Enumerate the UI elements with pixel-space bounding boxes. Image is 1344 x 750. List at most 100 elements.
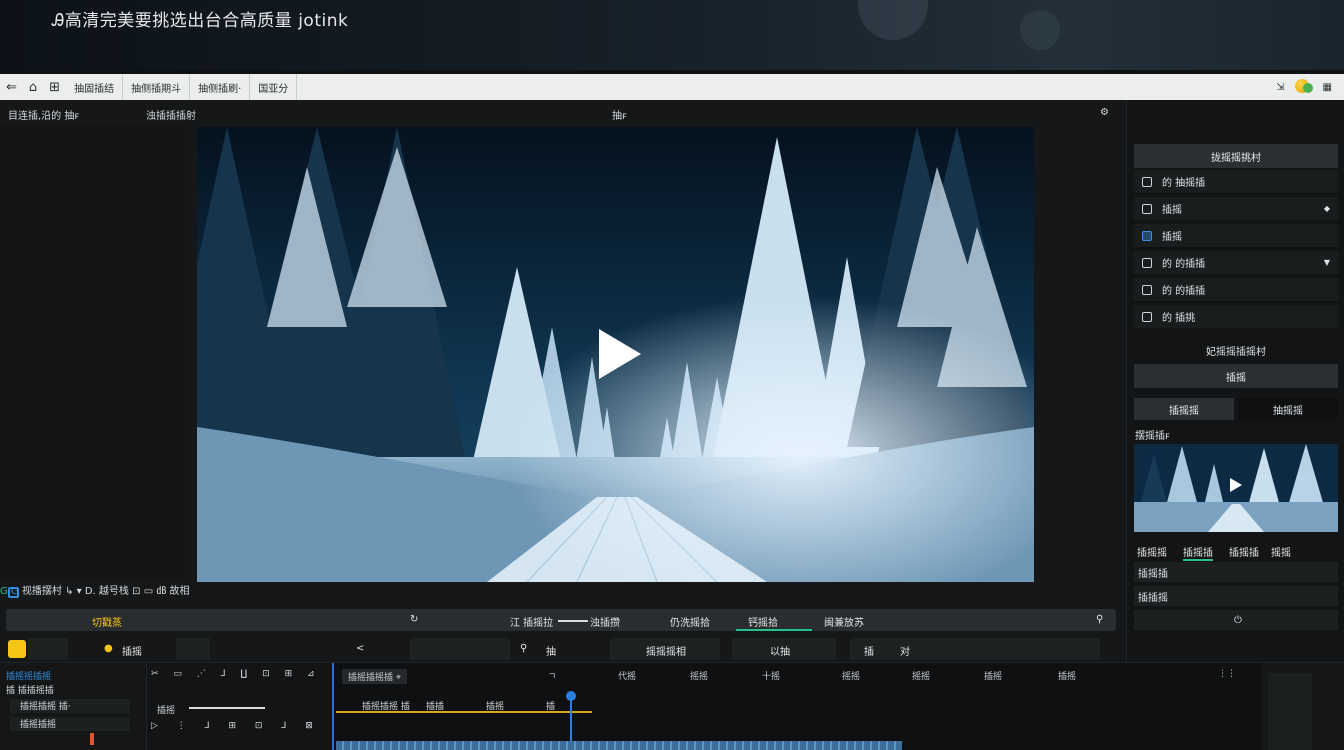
video-clip[interactable] xyxy=(336,741,902,750)
inspector-item-label: 插摇 xyxy=(1162,205,1182,216)
back-arrow-icon[interactable]: < xyxy=(356,643,364,654)
inspector-item[interactable]: 的 抽摇插 xyxy=(1134,170,1338,194)
timeline-tracks[interactable]: 插摇插摇插 ⌖ ㄱ 代摇 摇摇 十摇 摇摇 摇摇 插摇 插摇 ⋮⋮ 插摇插摇 插… xyxy=(332,663,1260,750)
menu-item[interactable]: ⊞ xyxy=(43,74,66,100)
tool-block[interactable] xyxy=(176,638,210,660)
preview-thumbnail[interactable] xyxy=(1134,444,1338,532)
tab-item[interactable]: 仍洗摇拾 xyxy=(670,614,710,629)
settings-icon[interactable]: ⚙ xyxy=(1100,107,1109,118)
tool-block[interactable] xyxy=(28,638,68,660)
pin-icon[interactable]: ⇲ xyxy=(1276,82,1284,93)
tool-label[interactable]: 摇摇摇相 xyxy=(646,643,686,658)
menu-item[interactable]: 抽侧插期斗 xyxy=(123,74,191,100)
power-icon[interactable]: ⏻ xyxy=(1134,610,1338,630)
back-arrow-icon[interactable]: ⇐ xyxy=(0,74,23,100)
video-viewer[interactable] xyxy=(197,127,1034,582)
inspector-item[interactable]: 的 插挑 xyxy=(1134,305,1338,329)
ruler-label: ⋮⋮ xyxy=(1218,669,1236,679)
tool-label[interactable]: 对 xyxy=(900,643,910,658)
inspector-panel: 拢摇摇挑村 的 抽摇插 插摇 ◆ 插摇 的 的插插 ▼ 的 的插插 的 插挑 妃摇摇… xyxy=(1126,100,1344,662)
refresh-icon[interactable]: ↻ xyxy=(410,614,418,625)
clip-label[interactable]: 插插 xyxy=(426,699,444,712)
menubar-right: ⇲ ▦ xyxy=(1276,78,1344,96)
fullscreen-icon[interactable]: ▭ xyxy=(144,586,153,597)
play-icon[interactable] xyxy=(599,329,641,379)
ruler-label: 插摇 xyxy=(1058,672,1077,682)
view-toggle[interactable]: G xyxy=(0,586,8,597)
property-tab[interactable]: 摇摇 xyxy=(1271,544,1291,559)
track-header-item[interactable]: 插摇摇插摇 xyxy=(6,669,51,682)
inspector-item[interactable]: 的 的插插 ▼ xyxy=(1134,251,1338,275)
property-field[interactable]: 插插摇 xyxy=(1134,586,1338,606)
inspector-item-label: 的 的插插 xyxy=(1162,259,1206,270)
clip-label[interactable]: 插摇 xyxy=(486,699,504,712)
chevron-down-icon[interactable]: ▼ xyxy=(1324,258,1330,267)
inspector-item[interactable]: 的 的插插 xyxy=(1134,278,1338,302)
title-banner: Ꭿ高清完美要挑选出台合高质量 jotink xyxy=(0,0,1344,70)
timeline-side-panel xyxy=(1262,663,1344,750)
clip-label[interactable]: 插 xyxy=(546,699,555,712)
playhead-handle[interactable] xyxy=(566,691,576,701)
segment-button[interactable]: 抽摇摇 xyxy=(1238,398,1338,420)
inspector-item[interactable]: 插摇 ◆ xyxy=(1134,197,1338,221)
media-arrow-icon[interactable]: ↳ xyxy=(65,586,73,597)
clip-label[interactable]: 插摇插摇 插 xyxy=(362,699,410,712)
menu-bar: ⇐ ⌂ ⊞ 抽固插结 抽侧插期斗 抽侧插刷· 国亚分 ⇲ ▦ xyxy=(0,74,1344,100)
inspector-item-label: 的 抽摇插 xyxy=(1162,178,1206,189)
zoom-slider[interactable] xyxy=(189,707,265,709)
menu-item[interactable]: ⌂ xyxy=(23,74,43,100)
tool-label[interactable]: 插 xyxy=(864,643,874,658)
tool-block[interactable] xyxy=(850,638,1100,660)
thumbnail-image xyxy=(1134,444,1338,532)
image-icon xyxy=(1142,203,1152,214)
panel-headers: 目连插,沿的 抽ꜰ 浊插插插射 抽ꜰ ⚙ xyxy=(0,102,1124,124)
tool-block[interactable] xyxy=(410,638,510,660)
tab-label[interactable]: 切戳蒸 xyxy=(92,614,122,629)
segment-button[interactable]: 插摇摇 xyxy=(1134,398,1234,420)
search-icon[interactable]: ⚲ xyxy=(520,643,527,654)
tool-icons[interactable]: ▷ ⋮ ⅃ ⊞ ⊡ ⅃ ⊠ xyxy=(151,721,321,731)
ruler-label: 代摇 xyxy=(618,672,637,682)
fit-icon[interactable]: ⊡ xyxy=(132,586,140,597)
layers-icon xyxy=(1142,257,1152,268)
menu-item[interactable]: 国亚分 xyxy=(250,74,298,100)
tab-item[interactable]: 闽兼放苏 xyxy=(824,614,864,629)
menu-item[interactable]: 抽固插结 xyxy=(66,74,124,100)
property-tab[interactable]: 插摇插 xyxy=(1229,544,1259,559)
timeline: 插摇摇插摇 插 插插摇插 插摇插摇 插· 插摇插摇 ✂ ▭ ⋰ ⅃ ∐ ⊡ ⊞ … xyxy=(0,662,1344,750)
ruler-label: 摇摇 xyxy=(690,672,709,682)
divider xyxy=(558,620,588,622)
tool-label[interactable]: 插摇 xyxy=(122,643,142,658)
tab-item-active[interactable]: 钙摇拾 xyxy=(748,614,778,629)
active-tab-indicator xyxy=(736,629,812,631)
tab-item[interactable]: 浊插攒 xyxy=(590,614,620,629)
chevron-down-icon[interactable]: ▾ xyxy=(77,586,82,597)
track-header-item[interactable]: 插摇插摇 插· xyxy=(10,699,130,713)
tool-icons[interactable]: ✂ ▭ ⋰ ⅃ ∐ ⊡ ⊞ ⊿ xyxy=(151,669,321,679)
tab-item[interactable]: 江 插摇拉 xyxy=(510,614,553,629)
inspector-item[interactable]: 插摇 xyxy=(1134,224,1338,248)
tool-label[interactable]: 以抽 xyxy=(770,643,790,658)
bookmark-icon[interactable] xyxy=(8,640,26,658)
chevron-down-icon[interactable]: ◆ xyxy=(1324,204,1330,213)
inspector-item-label: 的 插挑 xyxy=(1162,313,1196,324)
property-field[interactable]: 插摇插 xyxy=(1134,562,1338,582)
menu-item[interactable]: 抽侧插刷· xyxy=(190,74,251,100)
marker-icon[interactable]: ● xyxy=(104,643,113,654)
property-tab[interactable]: 插摇摇 xyxy=(1137,544,1167,559)
track-header-item[interactable]: 插摇插摇 xyxy=(10,717,130,731)
grid-icon[interactable]: ▦ xyxy=(1323,82,1332,93)
property-tab-active[interactable]: 插摇插 xyxy=(1183,544,1213,561)
apply-button[interactable]: 插摇 xyxy=(1134,364,1338,388)
ruler-label[interactable]: 插摇插摇插 ⌖ xyxy=(342,669,407,684)
section-title: 妃摇摇插摇村 xyxy=(1206,347,1266,358)
time-label: D. 越号栈 xyxy=(84,586,129,597)
track-audio[interactable]: 插摇插摇 插 插插 插摇 插 xyxy=(336,697,592,713)
monitor-icon[interactable] xyxy=(8,587,19,598)
clip-icon xyxy=(1142,176,1152,187)
viewer-options[interactable]: ‍㏈ 故相 xyxy=(156,586,189,597)
track-header-item[interactable]: 插 插插摇插 xyxy=(6,683,54,696)
tool-label[interactable]: 抽 xyxy=(546,643,556,658)
level-marker xyxy=(90,733,94,745)
pin-icon[interactable]: ⚲ xyxy=(1096,614,1103,625)
